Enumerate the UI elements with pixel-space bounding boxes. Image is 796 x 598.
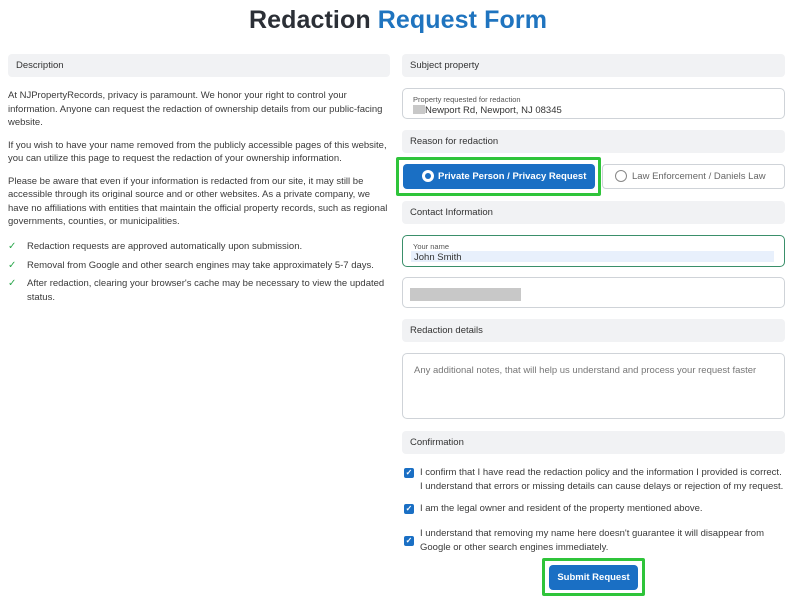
description-body: At NJPropertyRecords, privacy is paramou… bbox=[8, 89, 390, 238]
details-textarea[interactable]: Any additional notes, that will help us … bbox=[402, 353, 785, 419]
redacted-text bbox=[413, 105, 425, 114]
title-main: Redaction bbox=[248, 6, 371, 34]
description-paragraph: If you wish to have your name removed fr… bbox=[8, 139, 387, 165]
check-icon: ✓ bbox=[8, 241, 17, 252]
highlight-box bbox=[396, 157, 601, 196]
checkbox-checked-icon[interactable]: ✓ bbox=[404, 468, 414, 478]
name-field-value: John Smith bbox=[414, 252, 462, 263]
description-paragraph: At NJPropertyRecords, privacy is paramou… bbox=[8, 90, 383, 128]
checkbox-checked-icon[interactable]: ✓ bbox=[404, 536, 414, 546]
description-paragraph: Please be aware that even if your inform… bbox=[8, 175, 388, 228]
page-title: Redaction Request Form bbox=[0, 6, 796, 35]
confirm-checkbox-row[interactable]: ✓ I am the legal owner and resident of t… bbox=[404, 502, 784, 516]
reason-option-law[interactable]: Law Enforcement / Daniels Law bbox=[602, 164, 785, 189]
confirm-text: I am the legal owner and resident of the… bbox=[420, 503, 703, 514]
title-accent: Request Form bbox=[377, 6, 548, 34]
email-field[interactable] bbox=[402, 277, 785, 308]
checklist-item: ✓ Redaction requests are approved automa… bbox=[8, 241, 303, 252]
checklist-item: ✓ Removal from Google and other search e… bbox=[8, 259, 374, 271]
name-field[interactable]: Your name John Smith bbox=[402, 235, 785, 267]
subject-property-heading: Subject property bbox=[402, 54, 785, 77]
property-field-value: Newport Rd, Newport, NJ 08345 bbox=[413, 105, 562, 116]
property-field[interactable]: Property requested for redaction Newport… bbox=[402, 88, 785, 119]
confirm-checkbox-row[interactable]: ✓ I understand that removing my name her… bbox=[404, 527, 784, 554]
info-checklist: ✓ Redaction requests are approved automa… bbox=[8, 240, 390, 309]
check-icon: ✓ bbox=[8, 259, 17, 271]
reason-heading: Reason for redaction bbox=[402, 130, 785, 153]
highlight-box bbox=[542, 558, 645, 596]
confirmation-heading: Confirmation bbox=[402, 431, 785, 454]
check-icon: ✓ bbox=[8, 278, 17, 289]
reason-option-law-label: Law Enforcement / Daniels Law bbox=[632, 171, 766, 182]
name-field-label: Your name bbox=[413, 242, 449, 251]
property-field-label: Property requested for redaction bbox=[413, 95, 521, 104]
radio-unselected-icon bbox=[615, 170, 627, 182]
checklist-item: ✓ After redaction, clearing your browser… bbox=[8, 278, 385, 303]
contact-heading: Contact Information bbox=[402, 201, 785, 224]
confirm-text: I understand that removing my name here … bbox=[420, 528, 764, 553]
redaction-details-heading: Redaction details bbox=[402, 319, 785, 342]
description-heading: Description bbox=[8, 54, 390, 77]
confirm-checkbox-row[interactable]: ✓ I confirm that I have read the redacti… bbox=[404, 466, 784, 493]
details-placeholder: Any additional notes, that will help us … bbox=[414, 365, 757, 376]
confirm-text: I confirm that I have read the redaction… bbox=[420, 467, 784, 492]
redacted-text bbox=[410, 288, 521, 301]
checkbox-checked-icon[interactable]: ✓ bbox=[404, 504, 414, 514]
